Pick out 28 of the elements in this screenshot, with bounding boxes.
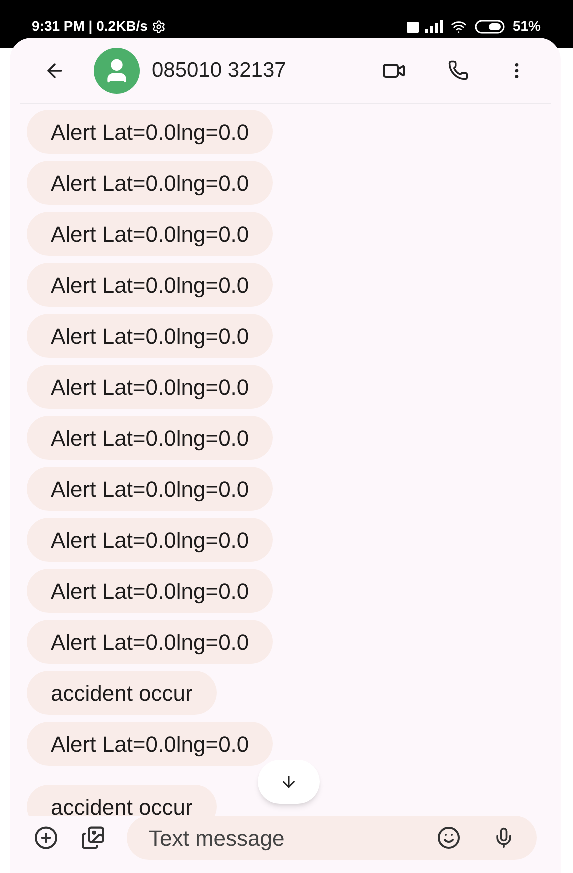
status-time: 9:31 PM | 0.2KB/s (32, 17, 148, 36)
message-bubble: Alert Lat=0.0lng=0.0 (27, 722, 274, 766)
signal-icon (406, 20, 443, 34)
gallery-icon[interactable] (80, 825, 105, 851)
add-icon[interactable] (34, 825, 58, 851)
message-bubble: Alert Lat=0.0lng=0.0 (27, 416, 274, 460)
contact-name: 085010 32137 (152, 58, 286, 84)
message-bubble: Alert Lat=0.0lng=0.0 (27, 263, 274, 307)
message-bubble: accident occur (27, 785, 217, 816)
arrow-down-icon (280, 773, 298, 791)
message-bubble: Alert Lat=0.0lng=0.0 (27, 110, 274, 154)
message-field[interactable]: Text message (127, 816, 537, 860)
message-bubble: Alert Lat=0.0lng=0.0 (27, 212, 274, 256)
battery-icon (474, 20, 505, 34)
message-bubble: Alert Lat=0.0lng=0.0 (27, 314, 274, 358)
battery-level: 51% (512, 17, 541, 36)
message-bubble: Alert Lat=0.0lng=0.0 (27, 467, 274, 511)
emoji-icon[interactable] (437, 826, 461, 850)
wifi-icon (450, 18, 467, 34)
phone-icon[interactable] (448, 60, 469, 81)
message-bubble: Alert Lat=0.0lng=0.0 (27, 161, 274, 205)
message-bubble: Alert Lat=0.0lng=0.0 (27, 365, 274, 409)
settings-icon (152, 20, 166, 34)
message-bubble: Alert Lat=0.0lng=0.0 (27, 518, 274, 562)
message-bubble: Alert Lat=0.0lng=0.0 (27, 620, 274, 664)
message-bubble: Alert Lat=0.0lng=0.0 (27, 569, 274, 613)
message-bubble: accident occur (27, 671, 217, 715)
message-input[interactable]: Text message (149, 822, 437, 854)
